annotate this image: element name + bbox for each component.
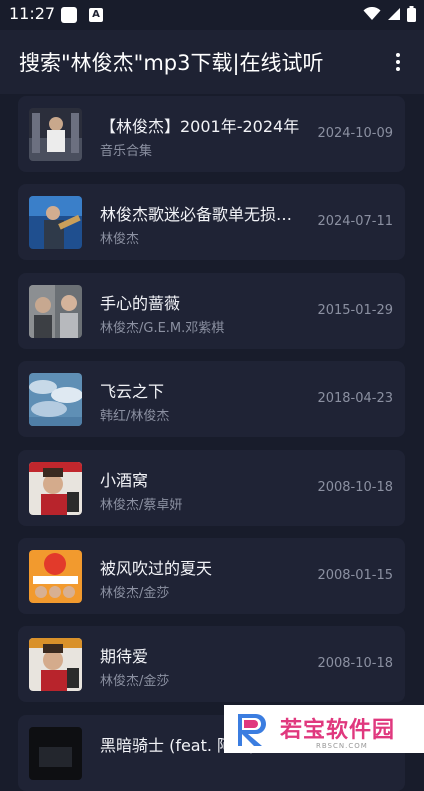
app-bar: 搜索"林俊杰"mp3下载|在线试听 — [0, 30, 424, 94]
song-date: 2015-01-29 — [317, 303, 393, 318]
album-cover-image — [29, 285, 82, 338]
a-badge-icon: A — [89, 8, 103, 22]
wifi-icon — [363, 7, 381, 20]
song-title: 【林俊杰】2001年-2024年 — [100, 117, 300, 136]
song-artist: 林俊杰/蔡卓妍 — [100, 498, 183, 513]
status-right-icons — [363, 6, 416, 22]
page-title: 搜索"林俊杰"mp3下载|在线试听 — [19, 51, 324, 75]
song-date: 2008-10-18 — [317, 656, 393, 671]
song-artist: 韩红/林俊杰 — [100, 409, 170, 424]
song-title: 手心的蔷薇 — [100, 294, 181, 313]
rbscn-logo-icon — [238, 714, 266, 746]
song-artist: 林俊杰/G.E.M.邓紫棋 — [100, 321, 225, 336]
list-item[interactable]: 林俊杰歌迷必备歌单无损音质 林俊杰 2024-07-11 — [18, 184, 405, 260]
song-title: 期待爱 — [100, 647, 149, 666]
list-item[interactable]: 飞云之下 韩红/林俊杰 2018-04-23 — [18, 361, 405, 437]
album-cover-image — [29, 462, 82, 515]
song-date: 2024-10-09 — [317, 126, 393, 141]
list-item[interactable]: 期待爱 林俊杰/金莎 2008-10-18 — [18, 626, 405, 702]
notification-square-icon — [61, 7, 77, 23]
song-date: 2018-04-23 — [317, 391, 393, 406]
song-artist: 林俊杰/金莎 — [100, 674, 170, 689]
album-cover-image — [29, 196, 82, 249]
watermark-text: 若宝软件园 — [280, 718, 396, 743]
cellular-icon — [388, 8, 400, 20]
song-title: 林俊杰歌迷必备歌单无损音质 — [100, 205, 300, 224]
watermark-banner: 若宝软件园 RBSCN.COM — [224, 705, 424, 753]
song-date: 2008-01-15 — [317, 568, 393, 583]
battery-icon — [407, 6, 416, 22]
status-bar: 11:27 A — [0, 0, 424, 30]
album-cover-image — [29, 373, 82, 426]
album-cover-image — [29, 550, 82, 603]
status-time: 11:27 — [9, 4, 56, 23]
song-artist: 音乐合集 — [100, 144, 153, 159]
song-artist: 林俊杰/金莎 — [100, 586, 170, 601]
list-item[interactable]: 小酒窝 林俊杰/蔡卓妍 2008-10-18 — [18, 450, 405, 526]
song-title: 被风吹过的夏天 — [100, 559, 213, 578]
list-item[interactable]: 被风吹过的夏天 林俊杰/金莎 2008-01-15 — [18, 538, 405, 614]
album-cover-image — [29, 638, 82, 691]
album-cover-image — [29, 108, 82, 161]
album-cover-image — [29, 727, 82, 780]
list-item[interactable]: 【林俊杰】2001年-2024年 音乐合集 2024-10-09 — [18, 96, 405, 172]
more-vertical-icon[interactable] — [386, 50, 410, 74]
song-title: 小酒窝 — [100, 471, 149, 490]
song-artist: 林俊杰 — [100, 232, 140, 247]
song-date: 2024-07-11 — [317, 214, 393, 229]
song-title: 飞云之下 — [100, 382, 165, 401]
list-item[interactable]: 手心的蔷薇 林俊杰/G.E.M.邓紫棋 2015-01-29 — [18, 273, 405, 349]
watermark-subtext: RBSCN.COM — [316, 742, 368, 750]
song-date: 2008-10-18 — [317, 480, 393, 495]
